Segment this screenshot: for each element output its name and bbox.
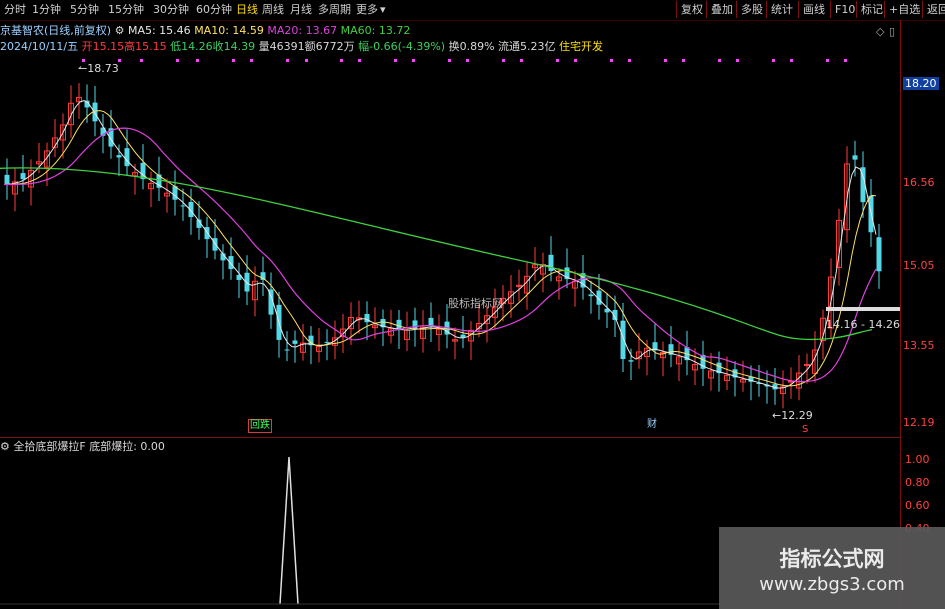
- indicator-axis-label: 0.80: [905, 476, 930, 489]
- signal-dot: [250, 59, 253, 62]
- candle-body: [516, 284, 522, 287]
- signal-dot: [305, 59, 308, 62]
- candle-body: [852, 155, 858, 160]
- indicator-spike: [279, 456, 299, 605]
- candle-body: [292, 340, 298, 344]
- gear-icon[interactable]: ⚙: [0, 440, 10, 453]
- signal-dot: [574, 59, 577, 62]
- signal-dot: [610, 59, 613, 62]
- signal-dot: [682, 59, 685, 62]
- signal-dot: [718, 59, 721, 62]
- signal-dot: [736, 59, 739, 62]
- watermark-url: www.zbgs3.com: [759, 574, 905, 595]
- signal-dot: [358, 59, 361, 62]
- candle-body: [212, 238, 218, 251]
- signal-dot: [394, 59, 397, 62]
- signal-marker: 回跌: [248, 419, 272, 433]
- indicator-name: 全拾底部爆拉F: [13, 440, 86, 453]
- signal-dot: [628, 59, 631, 62]
- signal-dot: [790, 59, 793, 62]
- indicator-title-line: ⚙ 全拾底部爆拉F 底部爆拉: 0.00: [0, 440, 165, 454]
- watermark-box: 指标公式网 www.zbgs3.com: [719, 527, 945, 609]
- candle-body: [628, 360, 634, 362]
- ma60-line: [0, 167, 873, 341]
- candle-body: [364, 313, 370, 323]
- signal-dot: [826, 59, 829, 62]
- signal-dot: [412, 59, 415, 62]
- signal-dot: [286, 59, 289, 62]
- high-price-label: ↼18.73: [78, 62, 119, 75]
- candle-body: [620, 320, 626, 360]
- signal-dot: [664, 59, 667, 62]
- candle-body: [588, 294, 594, 297]
- signal-dot: [844, 59, 847, 62]
- candle-body: [228, 256, 234, 270]
- price-axis-label: 15.05: [903, 259, 935, 272]
- signal-dot: [196, 59, 199, 62]
- signal-dot: [232, 59, 235, 62]
- signal-dot: [140, 59, 143, 62]
- candle-body: [20, 173, 26, 180]
- signal-dot: [772, 59, 775, 62]
- signal-dot: [340, 59, 343, 62]
- signal-dot: [520, 59, 523, 62]
- price-axis-label: 12.19: [903, 416, 935, 429]
- signal-dot: [176, 59, 179, 62]
- last-range-label: 14.16 - 14.26: [826, 318, 900, 331]
- mid-label: 股标指标网: [448, 297, 503, 310]
- price-axis-label: 13.55: [903, 339, 935, 352]
- ma10-line: [4, 110, 877, 387]
- indicator-axis-label: 1.00: [905, 453, 930, 466]
- signal-dot: [502, 59, 505, 62]
- candle-body: [428, 317, 434, 326]
- ma5-line: [3, 100, 877, 389]
- signal-dot: [556, 59, 559, 62]
- finance-marker: 财: [647, 419, 657, 430]
- price-axis-label-top: 18.20: [903, 77, 939, 90]
- candle-body: [876, 237, 882, 272]
- signal-dot: [466, 59, 469, 62]
- candle-body: [284, 349, 290, 351]
- candle-body: [116, 155, 122, 158]
- candle-body: [804, 363, 810, 366]
- candle-body: [180, 205, 186, 207]
- indicator-axis-label: 0.60: [905, 499, 930, 512]
- pane-divider: [0, 437, 900, 438]
- price-axis-label: 16.56: [903, 176, 935, 189]
- price-axis-line: [900, 20, 901, 609]
- last-price-bar: [826, 307, 900, 311]
- signal-dot: [448, 59, 451, 62]
- candle-body: [412, 320, 418, 329]
- candle-body: [4, 174, 10, 185]
- low-price-label: ←12.29: [772, 409, 813, 422]
- indicator-value: 底部爆拉: 0.00: [89, 440, 165, 453]
- candle-body: [124, 148, 130, 167]
- candle-body: [460, 334, 466, 338]
- s-marker: S: [802, 424, 809, 435]
- watermark-title: 指标公式网: [779, 547, 885, 571]
- candle-body: [244, 272, 250, 292]
- candle-body: [324, 341, 330, 343]
